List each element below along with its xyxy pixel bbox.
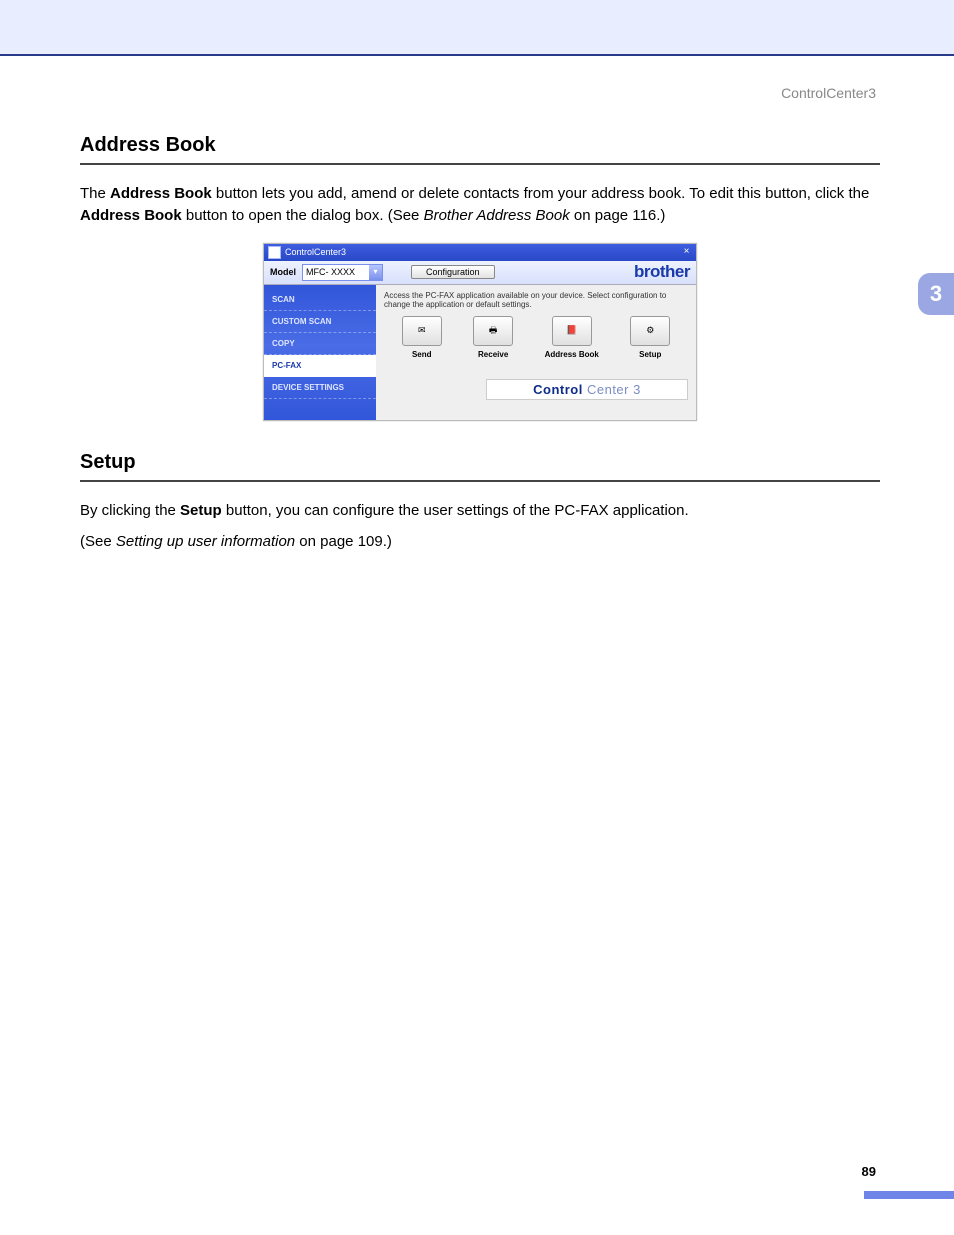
receive-label: Receive xyxy=(478,350,508,359)
bold-text: Setup xyxy=(180,502,222,519)
address-book-label: Address Book xyxy=(545,350,599,359)
chevron-down-icon: ▾ xyxy=(369,265,382,280)
running-header: ControlCenter3 xyxy=(781,85,876,101)
bold-text: Address Book xyxy=(80,207,182,224)
text: on page 116.) xyxy=(570,207,666,224)
window-title: ControlCenter3 xyxy=(285,247,681,257)
model-label: Model xyxy=(270,267,296,277)
chapter-tab: 3 xyxy=(918,273,954,315)
setup-paragraph-1: By clicking the Setup button, you can co… xyxy=(80,500,880,522)
sidebar-item-copy[interactable]: COPY xyxy=(264,333,376,355)
sidebar-item-custom-scan[interactable]: CUSTOM SCAN xyxy=(264,311,376,333)
gear-icon: ⚙ xyxy=(646,325,654,336)
text: (See xyxy=(80,533,116,550)
send-label: Send xyxy=(412,350,432,359)
screenshot-controlcenter3: ControlCenter3 × Model MFC- XXXX ▾ Confi… xyxy=(263,243,697,421)
window-icon xyxy=(268,246,281,259)
top-band xyxy=(0,0,954,56)
main-area: Access the PC-FAX application available … xyxy=(376,285,696,420)
brand-logo: brother xyxy=(634,262,690,282)
setup-label: Setup xyxy=(639,350,661,359)
section-title-setup: Setup xyxy=(80,451,880,474)
window-titlebar: ControlCenter3 × xyxy=(264,244,696,261)
sidebar: SCAN CUSTOM SCAN COPY PC-FAX DEVICE SETT… xyxy=(264,285,376,420)
printer-icon: 🖶 xyxy=(489,323,498,339)
bold-text: Address Book xyxy=(110,185,212,202)
section-rule xyxy=(80,480,880,482)
envelope-icon: ✉ xyxy=(418,325,426,336)
logo-light: Center 3 xyxy=(583,382,641,397)
sidebar-item-scan[interactable]: SCAN xyxy=(264,289,376,311)
bottom-strip xyxy=(0,1191,954,1199)
controlcenter-logo: Control Center 3 xyxy=(486,379,688,400)
text: button to open the dialog box. (See xyxy=(182,207,424,224)
text: button lets you add, amend or delete con… xyxy=(212,185,870,202)
address-book-button[interactable]: 📕 Address Book xyxy=(545,316,599,359)
sidebar-item-device-settings[interactable]: DEVICE SETTINGS xyxy=(264,377,376,399)
receive-button[interactable]: 🖶 Receive xyxy=(473,316,513,359)
close-icon[interactable]: × xyxy=(681,247,692,258)
page-number: 89 xyxy=(862,1164,876,1179)
text: The xyxy=(80,185,110,202)
text: button, you can configure the user setti… xyxy=(222,502,689,519)
italic-text: Brother Address Book xyxy=(424,207,570,224)
setup-paragraph-2: (See Setting up user information on page… xyxy=(80,531,880,553)
text: By clicking the xyxy=(80,502,180,519)
section-title-address-book: Address Book xyxy=(80,134,880,157)
icon-row: ✉ Send 🖶 Receive 📕 Address Book ⚙ xyxy=(376,312,696,359)
section-rule xyxy=(80,163,880,165)
send-button[interactable]: ✉ Send xyxy=(402,316,442,359)
model-value: MFC- XXXX xyxy=(306,267,355,277)
book-icon: 📕 xyxy=(566,325,577,336)
model-select[interactable]: MFC- XXXX ▾ xyxy=(302,264,383,281)
toolbar: Model MFC- XXXX ▾ Configuration brother xyxy=(264,261,696,285)
bottom-strip-accent xyxy=(864,1191,954,1199)
address-book-paragraph: The Address Book button lets you add, am… xyxy=(80,183,880,227)
setup-button[interactable]: ⚙ Setup xyxy=(630,316,670,359)
italic-text: Setting up user information xyxy=(116,533,295,550)
pcfax-description: Access the PC-FAX application available … xyxy=(376,285,696,312)
sidebar-item-pc-fax[interactable]: PC-FAX xyxy=(264,355,376,377)
configuration-button[interactable]: Configuration xyxy=(411,265,495,279)
logo-bold: Control xyxy=(533,382,583,397)
text: on page 109.) xyxy=(295,533,392,550)
